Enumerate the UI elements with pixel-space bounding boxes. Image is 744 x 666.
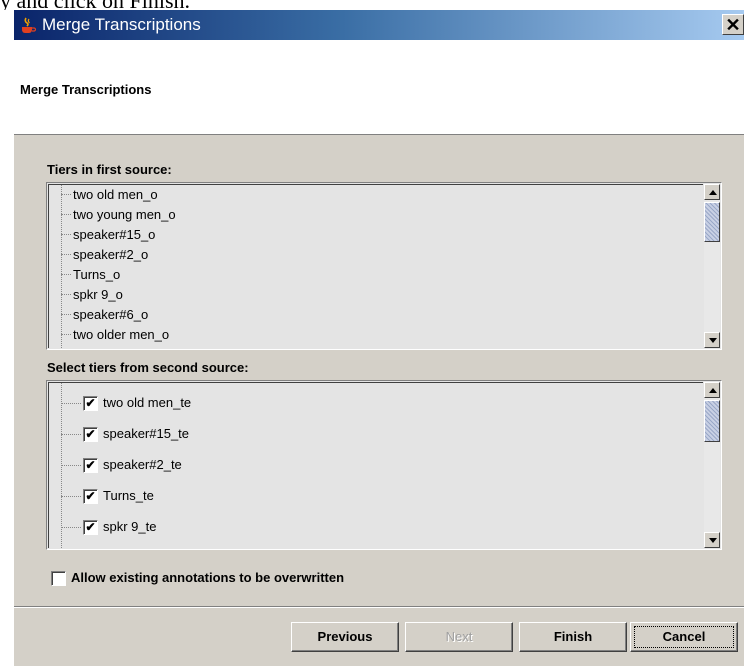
scroll-up-icon[interactable] [704, 184, 720, 200]
checkbox[interactable]: ✔ [83, 489, 98, 504]
scrollbar-thumb[interactable] [704, 400, 720, 442]
second-source-label: Select tiers from second source: [47, 360, 249, 375]
button-separator [14, 606, 744, 608]
finish-button[interactable]: Finish [519, 622, 627, 652]
page-title: Merge Transcriptions [20, 82, 152, 97]
caption-text: y and click on Finish. [0, 0, 190, 10]
window-title: Merge Transcriptions [42, 15, 201, 34]
first-source-tree[interactable]: two old men_o two young men_o speaker#15… [46, 182, 722, 350]
tree-item-label: Turns_o [73, 267, 121, 282]
tree-item-label: two older men_o [73, 327, 170, 342]
tier-label: speaker#2_te [103, 457, 182, 472]
checkbox[interactable]: ✔ [83, 458, 98, 473]
checkbox[interactable]: ✔ [83, 520, 98, 535]
title-bar[interactable]: Merge Transcriptions ✕ [14, 10, 744, 40]
second-source-tree[interactable]: ✔ two old men_te ✔ speaker#15_te ✔ speaker#… [46, 380, 722, 550]
tier-label: two old men_te [103, 395, 192, 410]
second-source-tree-content: ✔ two old men_te ✔ speaker#15_te ✔ speaker#… [48, 382, 703, 548]
scroll-down-icon[interactable] [704, 532, 720, 548]
first-source-tree-content: two old men_o two young men_o speaker#15… [48, 184, 703, 348]
merge-dialog: Merge Transcriptions ✕ Merge Transcripti… [14, 10, 744, 666]
tree-item-label: speaker#6_o [73, 307, 149, 322]
previous-button[interactable]: Previous [291, 622, 399, 652]
tier-label: Turns_te [103, 488, 154, 503]
vertical-scrollbar[interactable] [704, 184, 720, 348]
allow-overwrite-label: Allow existing annotations to be overwri… [71, 570, 345, 585]
tree-item-label: two old men_o [73, 187, 158, 202]
first-source-label: Tiers in first source: [47, 162, 172, 177]
tree-connector-line [61, 185, 62, 348]
tree-item-label: speaker#15_o [73, 227, 156, 242]
checkbox[interactable]: ✔ [83, 427, 98, 442]
next-button[interactable]: Next [405, 622, 513, 652]
vertical-scrollbar[interactable] [704, 382, 720, 548]
java-cup-icon [22, 17, 37, 33]
header-panel: Merge Transcriptions [14, 40, 744, 135]
scrollbar-thumb[interactable] [704, 202, 720, 242]
allow-overwrite-checkbox[interactable] [51, 571, 66, 586]
close-icon[interactable]: ✕ [722, 14, 744, 35]
tree-item-label: speaker#2_o [73, 247, 149, 262]
tree-item-label: two young men_o [73, 207, 176, 222]
tier-label: spkr 9_te [103, 519, 157, 534]
background-caption: y and click on Finish. [0, 0, 744, 10]
tier-label: speaker#15_te [103, 426, 190, 441]
scroll-up-icon[interactable] [704, 382, 720, 398]
checkbox[interactable]: ✔ [83, 396, 98, 411]
cancel-button[interactable]: Cancel [630, 622, 738, 652]
scroll-down-icon[interactable] [704, 332, 720, 348]
tree-item-label: spkr 9_o [73, 287, 123, 302]
